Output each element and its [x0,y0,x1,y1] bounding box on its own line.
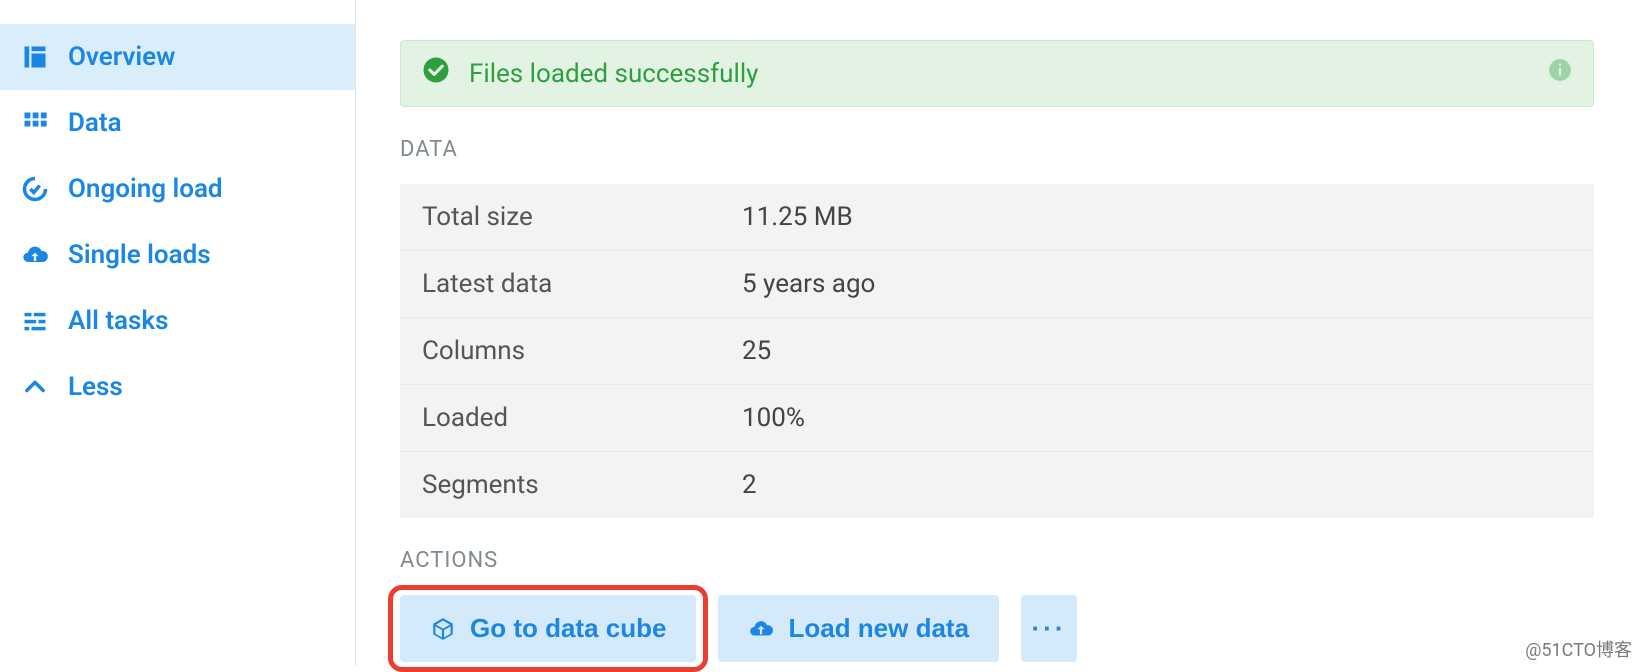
actions-row: Go to data cube Load new data ··· [400,595,1594,662]
data-row-segments: Segments 2 [400,452,1594,518]
button-label: Load new data [788,613,969,644]
cloud-upload-icon [748,616,774,642]
grid-icon [20,109,50,137]
sidebar-item-data[interactable]: Data [0,90,355,156]
dashboard-icon [20,43,50,71]
data-key: Latest data [422,269,742,299]
loading-icon [20,175,50,203]
sidebar-item-label: Ongoing load [68,174,223,204]
load-new-data-button[interactable]: Load new data [718,595,999,662]
sidebar-item-less[interactable]: Less [0,354,355,420]
sidebar-item-label: Single loads [68,240,211,270]
data-value: 11.25 MB [742,202,853,232]
main-content: Files loaded successfully DATA Total siz… [356,0,1638,666]
data-key: Segments [422,470,742,500]
button-label: Go to data cube [470,613,666,644]
check-circle-icon [421,55,451,92]
sidebar: Overview Data Ongoing load Single loads … [0,0,356,666]
actions-section-label: ACTIONS [400,548,1594,573]
data-row-columns: Columns 25 [400,318,1594,385]
data-value: 100% [742,403,805,433]
cloud-upload-icon [20,241,50,269]
more-actions-button[interactable]: ··· [1021,595,1077,662]
sidebar-item-label: Data [68,108,122,138]
sidebar-item-label: Overview [68,42,175,72]
data-row-latest-data: Latest data 5 years ago [400,251,1594,318]
data-key: Total size [422,202,742,232]
layout: Overview Data Ongoing load Single loads … [0,0,1638,666]
data-row-loaded: Loaded 100% [400,385,1594,452]
go-to-data-cube-button[interactable]: Go to data cube [400,595,696,662]
cube-icon [430,616,456,642]
info-icon[interactable] [1547,57,1573,90]
tasks-icon [20,307,50,335]
sidebar-item-label: All tasks [68,306,168,336]
success-alert: Files loaded successfully [400,40,1594,107]
sidebar-item-label: Less [68,372,123,402]
data-table: Total size 11.25 MB Latest data 5 years … [400,184,1594,518]
data-section-label: DATA [400,137,1594,162]
alert-message: Files loaded successfully [469,59,758,89]
data-key: Loaded [422,403,742,433]
sidebar-item-all-tasks[interactable]: All tasks [0,288,355,354]
watermark: @51CTO博客 [1525,636,1632,662]
ellipsis-icon: ··· [1032,613,1067,644]
data-value: 25 [742,336,771,366]
data-value: 2 [742,470,757,500]
sidebar-item-ongoing-load[interactable]: Ongoing load [0,156,355,222]
data-key: Columns [422,336,742,366]
sidebar-item-overview[interactable]: Overview [0,24,355,90]
sidebar-item-single-loads[interactable]: Single loads [0,222,355,288]
data-row-total-size: Total size 11.25 MB [400,184,1594,251]
data-value: 5 years ago [742,269,875,299]
chevron-up-icon [20,373,50,401]
